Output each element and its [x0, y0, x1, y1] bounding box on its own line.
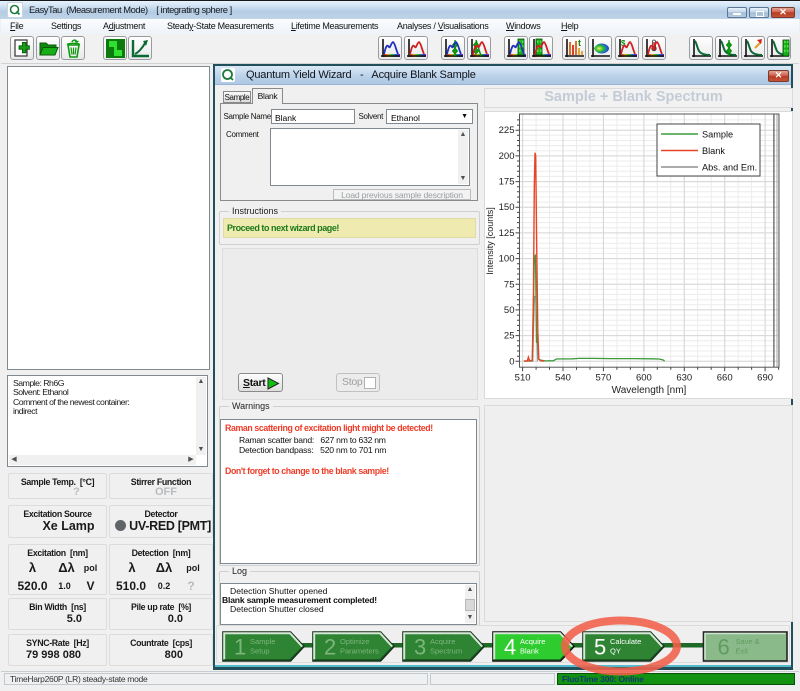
svg-text:Abs. and Em.: Abs. and Em. [702, 163, 757, 173]
svg-text:Optimize: Optimize [340, 637, 370, 646]
svg-text:660: 660 [717, 373, 733, 384]
svg-text:Acquire: Acquire [430, 637, 455, 646]
svg-text:2: 2 [324, 635, 336, 660]
svg-text:125: 125 [499, 228, 515, 239]
svg-text:510: 510 [515, 373, 531, 384]
svg-text:570: 570 [595, 373, 611, 384]
svg-text:Blank: Blank [520, 647, 539, 656]
svg-text:Intensity [counts]: Intensity [counts] [485, 207, 495, 275]
svg-text:Setup: Setup [250, 647, 270, 656]
svg-text:200: 200 [499, 151, 515, 162]
svg-text:Exit: Exit [736, 647, 749, 656]
svg-text:690: 690 [757, 373, 773, 384]
svg-text:50: 50 [504, 305, 515, 316]
svg-text:Sample: Sample [250, 637, 275, 646]
svg-text:150: 150 [499, 202, 515, 213]
svg-text:Spectrum: Spectrum [430, 647, 462, 656]
svg-text:4: 4 [504, 635, 516, 660]
svg-text:Parameters: Parameters [340, 647, 379, 656]
svg-text:Acquire: Acquire [520, 637, 545, 646]
svg-text:630: 630 [676, 373, 692, 384]
svg-text:175: 175 [499, 177, 515, 188]
svg-text:1: 1 [234, 635, 246, 660]
svg-text:Save &: Save & [736, 637, 760, 646]
svg-text:6: 6 [718, 635, 730, 660]
svg-text:Blank: Blank [702, 146, 725, 156]
svg-text:600: 600 [636, 373, 652, 384]
svg-text:100: 100 [499, 254, 515, 265]
svg-text:t: t [578, 38, 581, 48]
svg-text:75: 75 [504, 279, 515, 290]
svg-text:540: 540 [555, 373, 571, 384]
svg-text:0: 0 [509, 356, 514, 367]
svg-text:Sample: Sample [702, 130, 733, 140]
svg-text:225: 225 [499, 125, 515, 136]
svg-text:Wavelength [nm]: Wavelength [nm] [612, 385, 687, 396]
svg-text:25: 25 [504, 331, 515, 342]
svg-text:3: 3 [414, 635, 426, 660]
